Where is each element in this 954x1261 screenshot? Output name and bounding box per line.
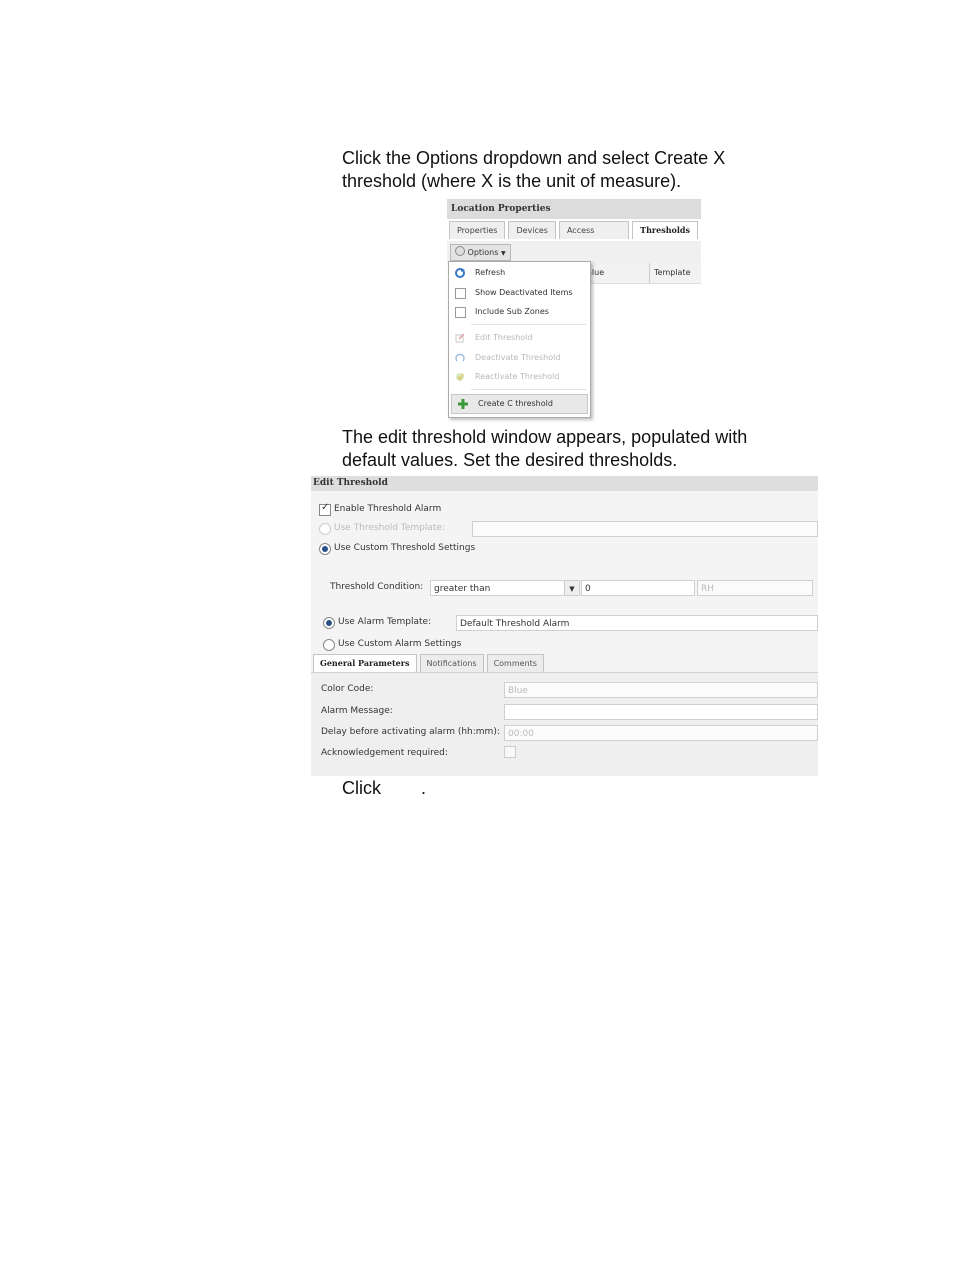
menu-item-label: Reactivate Threshold (475, 372, 560, 381)
column-template[interactable]: Template (649, 263, 691, 283)
options-dropdown-button[interactable]: Options ▼ (450, 244, 511, 261)
general-parameters-panel: Color Code: Blue Alarm Message: Delay be… (311, 672, 818, 776)
tab-notifications[interactable]: Notifications (419, 654, 484, 672)
use-custom-threshold-radio[interactable] (319, 543, 331, 555)
chevron-down-icon: ▼ (500, 250, 506, 257)
instruction-step-2: The edit threshold window appears, popul… (342, 426, 747, 472)
menu-item-create-threshold[interactable]: Create C threshold (451, 394, 588, 414)
use-custom-alarm-label: Use Custom Alarm Settings (338, 639, 462, 649)
step-1-line-1: Click the Options dropdown and select Cr… (342, 148, 726, 168)
checkbox-icon (455, 288, 466, 299)
threshold-template-field[interactable] (472, 521, 818, 537)
use-custom-alarm-radio[interactable] (323, 639, 335, 651)
tab-devices[interactable]: Devices (508, 221, 556, 239)
menu-item-refresh[interactable]: Refresh (449, 264, 590, 282)
instruction-step-3: Click. (342, 777, 426, 800)
location-tabs: Properties Devices Access Control Thresh… (449, 221, 701, 252)
use-alarm-template-radio[interactable] (323, 617, 335, 629)
step-2-line-1: The edit threshold window appears, popul… (342, 427, 748, 447)
tab-thresholds[interactable]: Thresholds (632, 221, 698, 239)
threshold-unit: RH (701, 584, 715, 594)
alarm-template-value: Default Threshold Alarm (460, 619, 570, 629)
tab-access-control[interactable]: Access Control (558, 221, 630, 252)
checkbox-icon (455, 307, 466, 318)
enable-alarm-checkbox[interactable]: ✓ (319, 502, 331, 516)
alarm-delay-value: 00:00 (508, 729, 534, 739)
alarm-message-label: Alarm Message: (321, 706, 393, 716)
threshold-value-input[interactable]: 0 (581, 580, 695, 596)
tab-comments[interactable]: Comments (486, 654, 544, 672)
menu-item-edit-threshold[interactable]: Edit Threshold (449, 329, 590, 347)
menu-item-reactivate-threshold[interactable]: Reactivate Threshold (449, 368, 590, 386)
location-properties-window: Location Properties Properties Devices A… (447, 199, 701, 418)
step-3-suffix: . (421, 778, 427, 798)
color-code-field[interactable]: Blue (504, 682, 818, 698)
menu-item-label: Show Deactivated Items (475, 288, 573, 297)
step-2-line-2: default values. Set the desired threshol… (342, 450, 678, 470)
menu-item-deactivate-threshold[interactable]: Deactivate Threshold (449, 349, 590, 367)
menu-item-label: Include Sub Zones (475, 307, 549, 316)
menu-separator (471, 389, 586, 390)
menu-item-include-sub-zones[interactable]: Include Sub Zones (449, 303, 590, 321)
use-custom-threshold-label: Use Custom Threshold Settings (334, 543, 476, 553)
threshold-condition-label: Threshold Condition: (330, 582, 424, 592)
window-title: Edit Threshold (311, 476, 818, 491)
menu-item-label: Deactivate Threshold (475, 353, 561, 362)
tab-properties[interactable]: Properties (449, 221, 506, 239)
edit-threshold-window: Edit Threshold ✓ Enable Threshold Alarm … (311, 476, 818, 776)
use-alarm-template-label: Use Alarm Template: (338, 617, 432, 627)
acknowledgement-checkbox[interactable] (504, 746, 516, 758)
condition-value: greater than (434, 584, 491, 594)
threshold-condition-select[interactable]: greater than ▼ (430, 580, 580, 596)
step-1-line-2: threshold (where X is the unit of measur… (342, 171, 682, 191)
checkmark-icon: ✓ (321, 502, 330, 513)
menu-item-label: Edit Threshold (475, 333, 533, 342)
menu-separator (471, 324, 586, 325)
add-icon (458, 399, 468, 409)
menu-item-label: Create C threshold (478, 399, 553, 408)
chevron-down-icon: ▼ (564, 581, 579, 595)
enable-alarm-label: Enable Threshold Alarm (334, 504, 442, 514)
options-label: Options (467, 248, 499, 257)
alarm-delay-field[interactable]: 00:00 (504, 725, 818, 741)
acknowledgement-label: Acknowledgement required: (321, 748, 448, 758)
threshold-unit-field: RH (697, 580, 813, 596)
alarm-tabs: General Parameters Notifications Comment… (313, 654, 547, 672)
threshold-value: 0 (585, 584, 591, 594)
grid-header: alue Template (587, 263, 701, 284)
alarm-message-field[interactable] (504, 704, 818, 720)
color-code-label: Color Code: (321, 684, 374, 694)
menu-item-show-deactivated[interactable]: Show Deactivated Items (449, 284, 590, 302)
edit-icon (455, 333, 465, 343)
instruction-step-1: Click the Options dropdown and select Cr… (342, 147, 725, 193)
window-title: Location Properties (447, 199, 701, 219)
refresh-icon (455, 268, 465, 278)
tab-general-parameters[interactable]: General Parameters (313, 654, 417, 672)
gear-icon (455, 246, 465, 256)
alarm-template-field[interactable]: Default Threshold Alarm (456, 615, 818, 631)
toolbar: Options ▼ (447, 241, 701, 263)
reactivate-icon (456, 373, 464, 381)
use-threshold-template-label: Use Threshold Template: (334, 523, 445, 533)
step-3-prefix: Click (342, 778, 381, 798)
options-menu: Refresh Show Deactivated Items Include S… (448, 261, 591, 418)
color-code-value: Blue (508, 686, 528, 696)
menu-item-label: Refresh (475, 268, 506, 277)
use-threshold-template-radio[interactable] (319, 523, 331, 535)
deactivate-icon (455, 353, 465, 362)
alarm-delay-label: Delay before activating alarm (hh:mm): (321, 727, 500, 737)
